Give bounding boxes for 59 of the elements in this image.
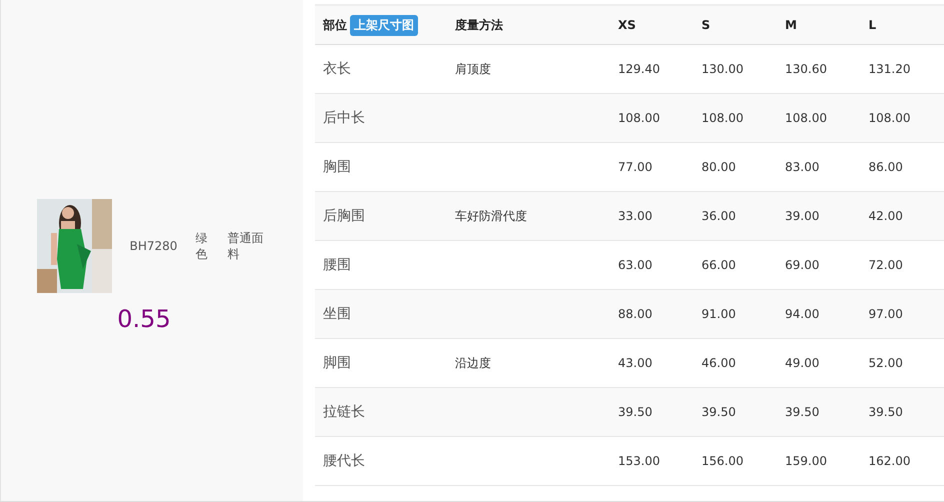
table-cell: 108.00 [868,111,910,125]
table-cell: 腰代长 [323,453,365,469]
table-cell: 车好防滑代度 [455,208,527,222]
column-header: XS [618,18,636,32]
fabric-label: 普通面料 [227,230,264,262]
column-header: 度量方法 [455,18,503,32]
table-cell: 43.00 [618,356,652,370]
table-cell: 88.00 [618,307,652,321]
table-cell: 131.20 [868,62,910,76]
table-cell: 36.00 [702,209,736,223]
table-cell: 39.50 [868,405,903,419]
table-cell: 拉链长 [323,404,365,420]
table-cell: 腰围 [323,257,351,273]
table-cell: 后胸围 [323,208,365,224]
table-cell: 46.00 [702,356,736,370]
table-cell: 49.00 [785,356,820,370]
table-cell: 159.00 [785,454,827,468]
column-header: M [785,18,797,32]
table-cell: 91.00 [702,307,736,321]
table-cell: 42.00 [868,209,903,223]
color-label: 绿色 [195,230,208,262]
size-chart-button[interactable]: 上架尺寸图 [350,14,418,36]
table-cell: 39.50 [785,405,820,419]
table-cell: 39.50 [702,405,736,419]
table-cell: 86.00 [868,160,903,174]
table-cell: 156.00 [702,454,744,468]
table-cell: 153.00 [618,454,660,468]
table-cell: 130.00 [702,62,744,76]
table-cell: 129.40 [618,62,660,76]
column-header: S [702,18,710,32]
table-cell: 沿边度 [455,356,491,370]
table-cell: 108.00 [702,111,744,125]
table-cell: 108.00 [618,111,660,125]
ratio-value: 0.55 [117,304,171,332]
table-cell: 39.50 [618,405,652,419]
table-cell: 69.00 [785,258,820,272]
table-cell: 脚围 [323,355,351,371]
product-code: BH7280 [130,238,178,254]
table-cell: 83.00 [785,160,820,174]
column-header: 部位 [323,18,347,32]
table-cell: 72.00 [868,258,903,272]
table-cell: 108.00 [785,111,827,125]
table-cell: 66.00 [702,258,736,272]
table-cell: 肩顶度 [455,62,491,76]
table-cell: 77.00 [618,160,652,174]
table-cell: 97.00 [868,307,903,321]
table-cell: 衣长 [323,61,351,77]
table-cell: 130.60 [785,62,827,76]
table-cell: 39.00 [785,209,820,223]
table-cell: 胸围 [323,159,351,175]
table-cell: 94.00 [785,307,820,321]
table-cell: 63.00 [618,258,652,272]
table-cell: 后中长 [323,110,365,126]
table-cell: 80.00 [702,160,736,174]
column-header: L [868,18,876,32]
table-cell: 162.00 [868,454,910,468]
table-cell: 52.00 [868,356,903,370]
table-cell: 33.00 [618,209,652,223]
table-cell: 坐围 [323,306,351,322]
